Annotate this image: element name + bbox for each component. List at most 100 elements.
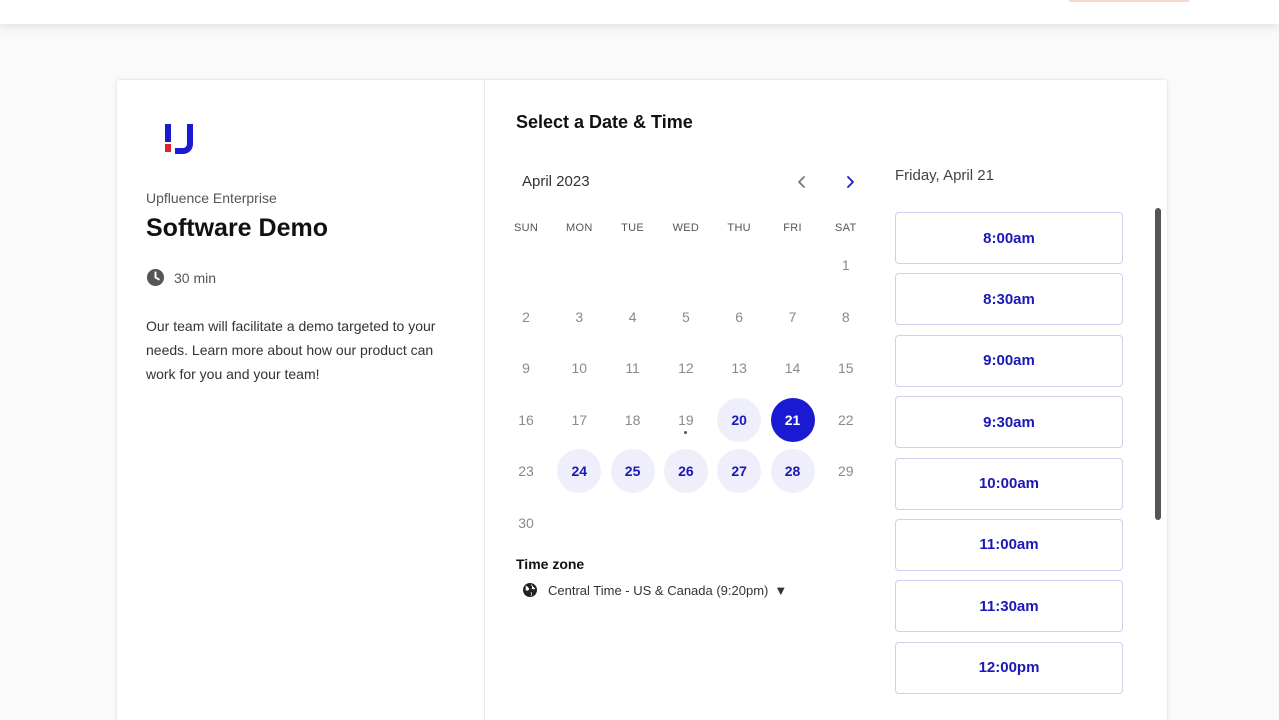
calendar-day-label: 17 bbox=[571, 411, 588, 428]
calendar-day-17: 17 bbox=[557, 398, 601, 442]
weekday-mon: MON bbox=[566, 222, 593, 234]
event-duration: 30 min bbox=[146, 268, 216, 287]
next-month-button[interactable] bbox=[837, 169, 863, 195]
time-slot-button[interactable]: 11:30am bbox=[895, 580, 1123, 633]
selected-date-label: Friday, April 21 bbox=[895, 167, 994, 184]
timezone-select[interactable]: Central Time - US & Canada (9:20pm) ▼ bbox=[522, 582, 787, 598]
calendar-day-label: 25 bbox=[624, 463, 641, 480]
time-slot-button[interactable]: 9:00am bbox=[895, 334, 1123, 387]
calendar-day-4: 4 bbox=[611, 295, 655, 339]
weekday-sun: SUN bbox=[513, 222, 539, 234]
calendar-day-14: 14 bbox=[771, 346, 815, 390]
calendar-day-label: 5 bbox=[681, 308, 690, 325]
time-slot-button[interactable]: 11:00am bbox=[895, 518, 1123, 571]
calendar-day-8: 8 bbox=[824, 295, 868, 339]
calendar-day-label: 19 bbox=[678, 411, 694, 428]
calendar-day-26[interactable]: 26 bbox=[663, 449, 708, 494]
time-slot-button[interactable]: 10:00am bbox=[895, 457, 1123, 510]
calendar-day-label: 18 bbox=[624, 411, 641, 428]
time-slot-button[interactable]: 12:00pm bbox=[895, 641, 1123, 694]
header-accent bbox=[1069, 0, 1189, 2]
calendar-day-label: 2 bbox=[522, 308, 530, 325]
calendar-day-label: 3 bbox=[575, 308, 584, 325]
time-slot-scrollbar[interactable] bbox=[1155, 208, 1161, 520]
calendar-day-label: 6 bbox=[735, 308, 744, 325]
calendar-day-12: 12 bbox=[664, 346, 708, 390]
calendar-day-label: 8 bbox=[841, 308, 850, 325]
time-slot-button[interactable]: 8:30am bbox=[895, 273, 1123, 326]
calendar-day-label: 15 bbox=[838, 360, 854, 377]
calendar-day-25[interactable]: 25 bbox=[610, 449, 655, 494]
duration-label: 30 min bbox=[174, 269, 217, 286]
calendar-day-15: 15 bbox=[824, 346, 868, 390]
calendar-day-label: 27 bbox=[731, 463, 747, 480]
calendar-day-2: 2 bbox=[504, 295, 548, 339]
calendar-day-label: 22 bbox=[838, 411, 854, 428]
upfluence-logo bbox=[165, 124, 193, 154]
time-slot-button[interactable]: 9:30am bbox=[895, 396, 1123, 449]
calendar-day-20[interactable]: 20 bbox=[717, 397, 762, 442]
weekday-thu: THU bbox=[727, 222, 751, 234]
calendar-day-label: 11 bbox=[625, 360, 640, 377]
calendar-day-6: 6 bbox=[717, 295, 761, 339]
calendar-day-label: 30 bbox=[518, 515, 534, 531]
organizer-name: Upfluence Enterprise bbox=[146, 190, 277, 206]
calendar-day-10: 10 bbox=[557, 346, 601, 390]
weekday-wed: WED bbox=[672, 222, 700, 234]
calendar-day-18: 18 bbox=[611, 398, 655, 442]
time-slot-button[interactable]: 8:00am bbox=[895, 212, 1123, 264]
timezone-value: Central Time - US & Canada (9:20pm) bbox=[548, 582, 769, 598]
calendar-day-label: 13 bbox=[731, 360, 747, 377]
chevron-left-icon bbox=[798, 176, 805, 188]
calendar-day-label: 4 bbox=[628, 308, 637, 325]
top-header-bar bbox=[0, 0, 1279, 24]
clock-icon bbox=[146, 268, 165, 287]
calendar-day-11: 11 bbox=[611, 346, 655, 390]
calendar-day-27[interactable]: 27 bbox=[717, 449, 762, 494]
calendar-day-1: 1 bbox=[824, 243, 868, 287]
calendar-day-13: 13 bbox=[717, 346, 761, 390]
today-indicator bbox=[683, 430, 687, 434]
previous-month-button[interactable] bbox=[789, 169, 815, 195]
calendar-day-label: 26 bbox=[678, 463, 694, 480]
calendar-day-23: 23 bbox=[504, 449, 548, 493]
weekday-fri: FRI bbox=[783, 222, 802, 234]
calendar-day-7: 7 bbox=[771, 295, 815, 339]
calendar-day-label: 28 bbox=[784, 463, 801, 480]
booking-card: Upfluence Enterprise Software Demo 30 mi… bbox=[116, 79, 1168, 720]
weekday-sat: SAT bbox=[835, 222, 857, 234]
calendar-day-24[interactable]: 24 bbox=[557, 449, 602, 494]
event-details-panel: Upfluence Enterprise Software Demo 30 mi… bbox=[117, 80, 485, 720]
calendar-day-label: 9 bbox=[522, 360, 530, 377]
calendar-month-label: April 2023 bbox=[522, 173, 590, 190]
scheduler-title: Select a Date & Time bbox=[516, 112, 693, 132]
timezone-title: Time zone bbox=[516, 556, 585, 572]
globe-icon bbox=[523, 583, 537, 597]
calendar-day-label: 16 bbox=[518, 411, 534, 428]
weekday-tue: TUE bbox=[621, 222, 645, 234]
calendar-day-label: 29 bbox=[838, 463, 854, 480]
time-slot-list: 8:00am 8:30am 9:00am 9:30am 10:00am 11:00am 11… bbox=[895, 212, 1123, 703]
calendar-day-label: 14 bbox=[784, 360, 801, 377]
calendar-day-5: 5 bbox=[664, 295, 708, 339]
calendar-day-9: 9 bbox=[504, 346, 548, 390]
calendar-day-label: 24 bbox=[571, 463, 588, 480]
calendar-day-label: 12 bbox=[678, 360, 694, 377]
calendar-day-30: 30 bbox=[504, 501, 548, 545]
calendar-day-label: 21 bbox=[784, 411, 801, 428]
calendar-day-label: 23 bbox=[518, 463, 534, 480]
calendar-day-label: 20 bbox=[731, 411, 747, 428]
calendar-day-22: 22 bbox=[824, 398, 868, 442]
event-title: Software Demo bbox=[146, 214, 328, 242]
calendar-day-label: 7 bbox=[788, 308, 797, 325]
calendar-day-3: 3 bbox=[557, 295, 601, 339]
calendar-day-21[interactable]: 21 bbox=[770, 397, 815, 442]
caret-down-icon: ▼ bbox=[774, 582, 788, 598]
event-description: Our team will facilitate a demo targeted… bbox=[146, 318, 436, 382]
scheduler-panel: Select a Date & Time April 2023 Time zon… bbox=[486, 80, 1169, 720]
calendar-day-16: 16 bbox=[504, 398, 548, 442]
chevron-right-icon bbox=[847, 176, 854, 188]
calendar-day-label: 10 bbox=[571, 360, 588, 377]
calendar-day-28[interactable]: 28 bbox=[770, 449, 815, 494]
calendar-day-19: 19 bbox=[664, 398, 708, 442]
